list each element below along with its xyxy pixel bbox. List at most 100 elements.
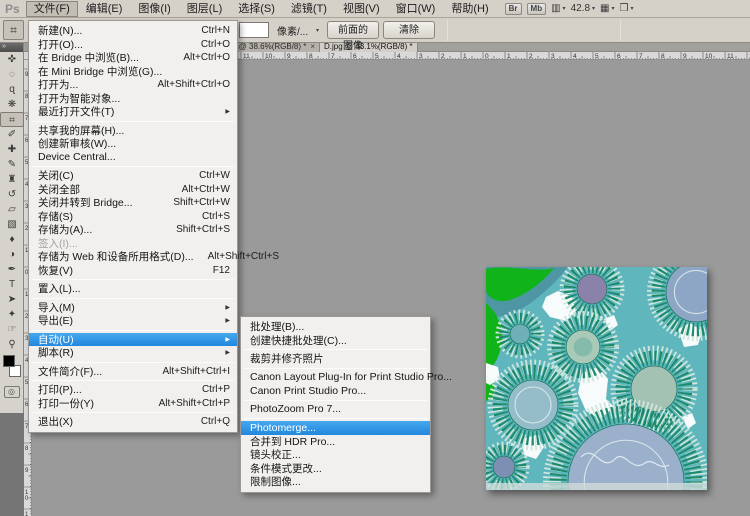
file-menu-item[interactable]: 文件简介(F)...Alt+Shift+Ctrl+I <box>29 365 237 379</box>
move-tool[interactable]: ✜ <box>0 52 24 67</box>
path-selection-tool[interactable]: ➤ <box>0 292 24 307</box>
dodge-tool[interactable]: ◑ <box>0 247 24 262</box>
menubar-item[interactable]: 窗口(W) <box>388 1 444 17</box>
file-menu-item[interactable]: 脚本(R)▶ <box>29 346 237 360</box>
zoom-level-dropdown[interactable]: 42.8 ▾ <box>571 3 595 14</box>
launch-bridge-button[interactable]: Br <box>505 3 522 15</box>
close-tab-icon[interactable]: × <box>310 42 315 51</box>
automate-submenu-item[interactable]: Canon Print Studio Pro... <box>241 384 430 398</box>
automate-submenu-item[interactable]: 裁剪并修齐照片 <box>241 352 430 366</box>
file-menu-separator <box>32 298 234 299</box>
launch-mini-bridge-button[interactable]: Mb <box>527 3 547 15</box>
eyedropper-tool[interactable]: ✐ <box>0 127 24 142</box>
file-menu-item[interactable]: 退出(X)Ctrl+Q <box>29 415 237 429</box>
menubar-item[interactable]: 视图(V) <box>335 1 388 17</box>
file-menu-item[interactable]: 在 Mini Bridge 中浏览(G)... <box>29 65 237 79</box>
automate-submenu-separator <box>244 349 427 350</box>
menu-item-shortcut: Ctrl+P <box>202 384 230 395</box>
automate-submenu-item[interactable]: 创建快捷批处理(C)... <box>241 334 430 348</box>
pen-tool[interactable]: ✒ <box>0 262 24 277</box>
file-menu-item[interactable]: 存储为 Web 和设备所用格式(D)...Alt+Shift+Ctrl+S <box>29 250 237 264</box>
healing-brush-tool[interactable]: ✚ <box>0 142 24 157</box>
automate-submenu-item[interactable]: 镜头校正... <box>241 448 430 462</box>
menu-item-shortcut: Alt+Ctrl+O <box>183 52 230 63</box>
menubar-item[interactable]: 文件(F) <box>26 1 78 17</box>
file-menu-item[interactable]: 新建(N)...Ctrl+N <box>29 24 237 38</box>
crop-tool-options-icon[interactable]: ⌗ <box>3 20 24 40</box>
file-menu-item[interactable]: 自动(U)▶ <box>29 333 237 347</box>
arrange-documents-button[interactable]: ▦ ▾ <box>600 3 614 14</box>
file-menu-item[interactable]: 在 Bridge 中浏览(B)...Alt+Ctrl+O <box>29 51 237 65</box>
quick-mask-button[interactable]: ◎ <box>4 386 20 398</box>
automate-submenu: 批处理(B)...创建快捷批处理(C)... 裁剪并修齐照片 Canon Layou… <box>240 316 431 493</box>
menu-item-label: 最近打开文件(T) <box>38 104 114 119</box>
file-menu-item[interactable]: 导出(E)▶ <box>29 314 237 328</box>
file-menu-item[interactable]: Device Central... <box>29 151 237 165</box>
clear-button[interactable]: 清除 <box>383 21 435 39</box>
menubar-item[interactable]: 选择(S) <box>230 1 283 17</box>
blur-tool[interactable]: ♦ <box>0 232 24 247</box>
file-menu-item[interactable]: 存储(S)Ctrl+S <box>29 210 237 224</box>
crop-tool[interactable]: ⌗ <box>0 112 24 127</box>
automate-submenu-item[interactable]: 限制图像... <box>241 475 430 489</box>
file-menu-separator <box>32 412 234 413</box>
file-menu-item[interactable]: 创建新审核(W)... <box>29 137 237 151</box>
file-menu-item[interactable]: 置入(L)... <box>29 282 237 296</box>
marquee-tool[interactable]: ◌ <box>0 67 24 82</box>
file-menu-item[interactable]: 关闭全部Alt+Ctrl+W <box>29 183 237 197</box>
menubar-item[interactable]: 图像(I) <box>130 1 178 17</box>
foreground-color-swatch[interactable] <box>3 355 15 367</box>
screen-mode-icon: ❒ <box>620 3 629 14</box>
file-menu-item[interactable]: 打印一份(Y)Alt+Shift+Ctrl+P <box>29 397 237 411</box>
view-extras-button[interactable]: ▥ ▾ <box>551 3 565 14</box>
quick-selection-tool[interactable]: ❋ <box>0 97 24 112</box>
clone-stamp-tool[interactable]: ♜ <box>0 172 24 187</box>
document-tab[interactable]: D.jpg @ 43.1%(RGB/8) *× <box>320 42 418 52</box>
gradient-tool[interactable]: ▧ <box>0 217 24 232</box>
automate-submenu-item[interactable]: 批处理(B)... <box>241 320 430 334</box>
file-menu-item[interactable]: 恢复(V)F12 <box>29 264 237 278</box>
screen-mode-button[interactable]: ❒ ▾ <box>620 3 634 14</box>
automate-submenu-item[interactable]: Canon Layout Plug-In for Print Studio Pr… <box>241 371 430 385</box>
eraser-tool[interactable]: ▱ <box>0 202 24 217</box>
menu-item-label: Photomerge... <box>250 422 316 434</box>
menubar-item[interactable]: 帮助(H) <box>443 1 496 17</box>
hand-tool[interactable]: ☞ <box>0 322 24 337</box>
file-menu-item[interactable]: 打开(O)...Ctrl+O <box>29 38 237 52</box>
file-menu-item[interactable]: 打开为...Alt+Shift+Ctrl+O <box>29 78 237 92</box>
zoom-tool[interactable]: ⚲ <box>0 337 24 352</box>
history-brush-tool[interactable]: ↺ <box>0 187 24 202</box>
chevron-down-icon: ▾ <box>592 5 595 12</box>
resolution-unit-dropdown[interactable]: 像素/... ▾ <box>274 22 322 38</box>
menubar-item[interactable]: 滤镜(T) <box>283 1 335 17</box>
file-menu-item[interactable]: 打开为智能对象... <box>29 92 237 106</box>
automate-submenu-item[interactable]: Photomerge... <box>241 421 430 435</box>
file-menu-item[interactable]: 关闭并转到 Bridge...Shift+Ctrl+W <box>29 196 237 210</box>
file-menu-item[interactable]: 最近打开文件(T)▶ <box>29 105 237 119</box>
automate-submenu-item[interactable]: 合并到 HDR Pro... <box>241 435 430 449</box>
svg-text:0: 0 <box>25 496 29 502</box>
file-menu-item[interactable]: 导入(M)▶ <box>29 301 237 315</box>
automate-submenu-item[interactable]: 条件模式更改... <box>241 462 430 476</box>
document-canvas[interactable] <box>486 267 707 490</box>
svg-text:1: 1 <box>25 512 29 516</box>
menubar-item[interactable]: 图层(L) <box>179 1 230 17</box>
menubar-item[interactable]: 编辑(E) <box>78 1 131 17</box>
file-menu-item[interactable]: 关闭(C)Ctrl+W <box>29 169 237 183</box>
crop-width-input[interactable] <box>239 22 269 38</box>
file-menu-item[interactable]: 共享我的屏幕(H)... <box>29 124 237 138</box>
shape-tool[interactable]: ✦ <box>0 307 24 322</box>
close-tab-icon[interactable]: × <box>417 42 418 51</box>
menu-item-label: 创建新审核(W)... <box>38 136 116 151</box>
file-menu-item[interactable]: 存储为(A)...Shift+Ctrl+S <box>29 223 237 237</box>
tools-panel-collapse-button[interactable]: » <box>0 43 23 52</box>
brush-tool[interactable]: ✎ <box>0 157 24 172</box>
lasso-tool[interactable]: ɋ <box>0 82 24 97</box>
document-tab[interactable]: g @ 38.6%(RGB/8) *× <box>228 42 320 52</box>
menu-item-shortcut: Alt+Shift+Ctrl+P <box>159 398 230 409</box>
automate-submenu-item[interactable]: PhotoZoom Pro 7... <box>241 403 430 417</box>
file-menu-item[interactable]: 打印(P)...Ctrl+P <box>29 383 237 397</box>
front-image-button[interactable]: 前面的图像 <box>327 21 379 39</box>
menu-item-label: Device Central... <box>38 151 116 163</box>
type-tool[interactable]: T <box>0 277 24 292</box>
